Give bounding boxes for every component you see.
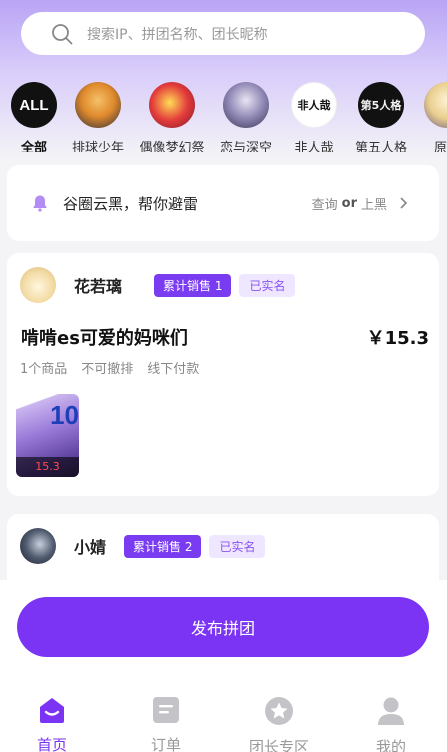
identity-v-logo: 第5人格	[358, 82, 404, 128]
category-genshin[interactable]: 原	[410, 82, 447, 152]
search-placeholder: 搜索IP、拼团名称、团长昵称	[87, 26, 268, 43]
category-avatar	[424, 82, 447, 128]
bottom-tab-bar: 首页 订单 团长专区 我的	[0, 680, 447, 752]
group-meta: 1个商品 不可撤排 线下付款	[20, 358, 199, 377]
thumbnail-price: 15.3	[16, 457, 79, 477]
tab-home[interactable]: 首页	[7, 696, 97, 752]
category-scroller[interactable]: ALL 全部 排球少年 偶像梦幻祭 恋与深空 非人哉 非人哉 第5人格 第五人格…	[0, 82, 447, 152]
search-icon	[52, 23, 73, 44]
home-icon	[40, 698, 64, 723]
category-avatar	[149, 82, 195, 128]
blacklist-notice[interactable]: 谷圈云黑，帮你避雷 查询 or 上黑	[7, 165, 439, 241]
verified-badge: 已实名	[209, 534, 266, 558]
feirenzai-logo: 非人哉	[291, 82, 337, 128]
category-label: 原	[434, 141, 447, 152]
or-text: or	[341, 195, 357, 211]
sales-badge: 累计销售 1	[154, 273, 232, 297]
publish-area: 发布拼团	[0, 580, 447, 680]
group-title: 啃啃es可爱的妈咪们	[21, 328, 188, 349]
tab-leader-zone[interactable]: 团长专区	[234, 696, 324, 752]
category-feirenzai[interactable]: 非人哉 非人哉	[276, 82, 352, 152]
verified-badge: 已实名	[239, 273, 296, 297]
tab-mine[interactable]: 我的	[346, 696, 436, 752]
tab-label: 订单	[150, 736, 181, 752]
category-label: 非人哉	[294, 141, 334, 152]
tab-label: 团长专区	[248, 738, 309, 752]
category-avatar	[75, 82, 121, 128]
profile-icon	[378, 697, 404, 725]
item-count: 1个商品	[20, 362, 68, 377]
leader-name[interactable]: 小婧	[74, 534, 106, 558]
bell-icon	[33, 195, 47, 212]
publish-group-button[interactable]: 发布拼团	[17, 597, 429, 657]
cancel-policy: 不可撤排	[81, 362, 134, 377]
category-ensemble-stars[interactable]: 偶像梦幻祭	[134, 82, 210, 152]
orders-icon	[153, 697, 179, 723]
avatar[interactable]	[20, 267, 56, 303]
category-love-and-deepspace[interactable]: 恋与深空	[208, 82, 284, 152]
category-haikyuu[interactable]: 排球少年	[60, 82, 136, 152]
star-badge-icon	[265, 697, 293, 725]
tab-orders[interactable]: 订单	[121, 696, 211, 752]
tab-label: 首页	[36, 736, 67, 752]
notice-text: 谷圈云黑，帮你避雷	[63, 194, 199, 213]
avatar[interactable]	[20, 528, 56, 564]
category-label: 排球少年	[71, 141, 124, 152]
report-link[interactable]: 上黑	[361, 194, 387, 213]
sales-badge: 累计销售 2	[124, 534, 202, 558]
category-avatar	[223, 82, 269, 128]
all-logo: ALL	[11, 82, 57, 128]
leader-row: 花若璃 累计销售 1 已实名	[20, 267, 296, 303]
notice-actions[interactable]: 查询 or 上黑	[312, 194, 413, 213]
group-card[interactable]: 花若璃 累计销售 1 已实名 啃啃es可爱的妈咪们 ￥15.3 1个商品 不可撤…	[7, 253, 439, 496]
tab-label: 我的	[375, 738, 406, 752]
leader-name[interactable]: 花若璃	[74, 273, 122, 297]
leader-row: 小婧 累计销售 2 已实名	[20, 528, 266, 564]
category-label: 第五人格	[354, 141, 407, 152]
payment-method: 线下付款	[147, 362, 200, 377]
search-bar[interactable]: 搜索IP、拼团名称、团长昵称	[21, 12, 425, 55]
category-label: 恋与深空	[219, 141, 272, 152]
chevron-right-icon	[400, 197, 408, 209]
category-identity-v[interactable]: 第5人格 第五人格	[343, 82, 419, 152]
thumbnail-overlay-number: 10	[50, 400, 79, 430]
category-label: 偶像梦幻祭	[139, 141, 205, 152]
query-link[interactable]: 查询	[312, 194, 338, 213]
product-thumbnail[interactable]: 10 15.3	[16, 394, 79, 477]
group-price: ￥15.3	[366, 328, 429, 349]
